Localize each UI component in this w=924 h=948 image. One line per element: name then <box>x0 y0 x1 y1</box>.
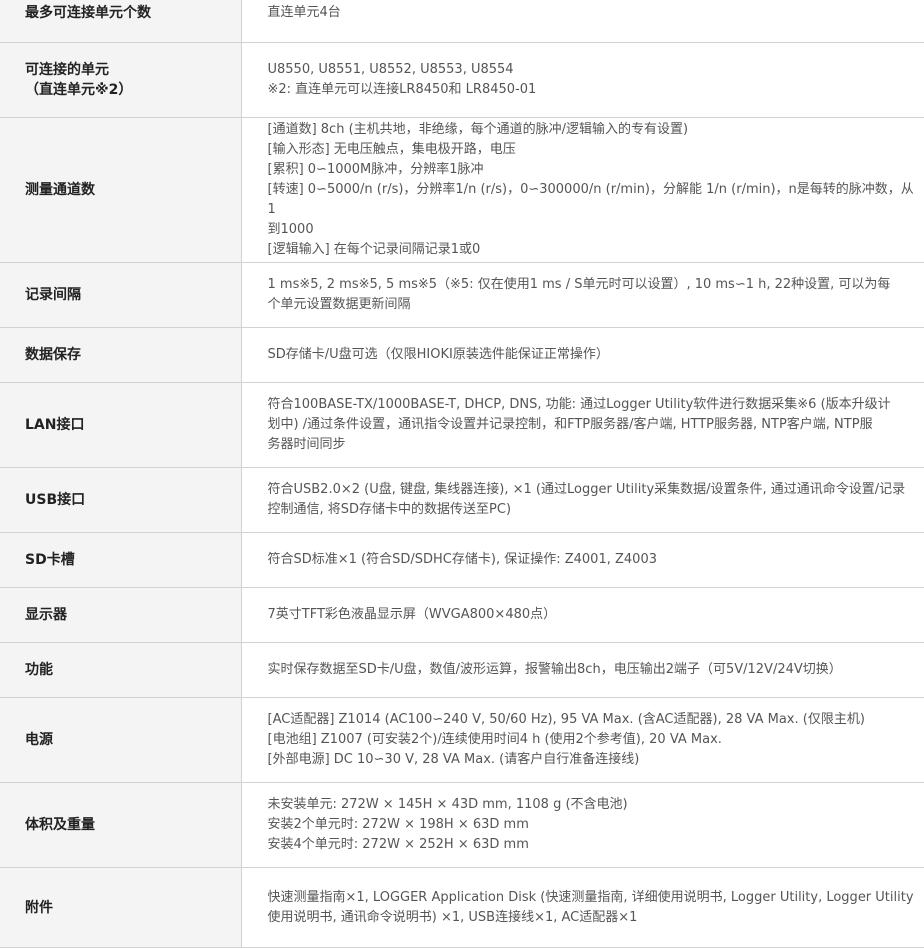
spec-value: 直连单元4台 <box>241 0 924 43</box>
spec-label: 最多可连接单元个数 <box>0 0 242 43</box>
spec-value: 快速测量指南×1, LOGGER Application Disk (快速测量指… <box>241 867 924 948</box>
spec-label: 附件 <box>0 867 242 948</box>
spec-row-lan-interface: LAN接口 符合100BASE-TX/1000BASE-T, DHCP, DNS,… <box>0 382 924 468</box>
spec-row-recording-interval: 记录间隔 1 ms※5, 2 ms※5, 5 ms※5（※5: 仅在使用1 ms … <box>0 262 924 328</box>
spec-row-sd-slot: SD卡槽 符合SD标准×1 (符合SD/SDHC存储卡), 保证操作: Z4001… <box>0 532 924 588</box>
spec-label-line: 附件 <box>25 899 53 916</box>
spec-value-line: 符合USB2.0×2 (U盘, 键盘, 集线器连接), ×1 (通过Logger… <box>267 482 906 497</box>
spec-value: [AC适配器] Z1014 (AC100∽240 V, 50/60 Hz), 9… <box>241 697 924 783</box>
spec-row-measurement-channels: 测量通道数 [通道数] 8ch (主机共地，非绝缘，每个通道的脉冲/逻辑输入的专有… <box>0 117 924 263</box>
spec-value-line: 划中) /通过条件设置，通讯指令设置并记录控制，和FTP服务器/客户端, HTT… <box>267 417 873 432</box>
spec-label-line: 可连接的单元 <box>25 62 109 78</box>
spec-table: 最多可连接单元个数 直连单元4台可连接的单元 （直连单元※2） U8550, U855… <box>0 0 924 948</box>
spec-value: U8550, U8551, U8552, U8553, U8554 ※2: 直连单… <box>241 42 924 118</box>
spec-label: SD卡槽 <box>0 532 242 588</box>
spec-row-display: 显示器 7英寸TFT彩色液晶显示屏（WVGA800×480点） <box>0 587 924 643</box>
spec-label-line: 功能 <box>25 662 53 678</box>
spec-label: LAN接口 <box>0 382 242 468</box>
spec-value-line: 未安装单元: 272W × 145H × 43D mm, 1108 g (不含电… <box>267 797 628 812</box>
spec-value-line: 安装4个单元时: 272W × 252H × 63D mm <box>267 837 529 852</box>
spec-row-functions: 功能 实时保存数据至SD卡/U盘，数值/波形运算，报警输出8ch，电压输出2端子（… <box>0 642 924 698</box>
spec-value: 符合USB2.0×2 (U盘, 键盘, 集线器连接), ×1 (通过Logger… <box>241 467 924 533</box>
spec-label: 电源 <box>0 697 242 783</box>
spec-label: 记录间隔 <box>0 262 242 328</box>
spec-label: 可连接的单元 （直连单元※2） <box>0 42 242 118</box>
spec-value-line: 1 ms※5, 2 ms※5, 5 ms※5（※5: 仅在使用1 ms / S单… <box>267 277 891 292</box>
spec-value: [通道数] 8ch (主机共地，非绝缘，每个通道的脉冲/逻辑输入的专有设置) [输… <box>241 117 924 263</box>
spec-label: 体积及重量 <box>0 782 242 868</box>
spec-value: 未安装单元: 272W × 145H × 43D mm, 1108 g (不含电… <box>241 782 924 868</box>
spec-row-usb-interface: USB接口 符合USB2.0×2 (U盘, 键盘, 集线器连接), ×1 (通过L… <box>0 467 924 533</box>
spec-label: 测量通道数 <box>0 117 242 263</box>
spec-value-line: 符合100BASE-TX/1000BASE-T, DHCP, DNS, 功能: … <box>267 397 891 412</box>
spec-row-max-units: 最多可连接单元个数 直连单元4台 <box>0 0 924 43</box>
spec-label-line: LAN接口 <box>25 417 85 433</box>
spec-value-line: [输入形态] 无电压触点，集电极开路，电压 <box>267 142 516 157</box>
spec-value-line: [AC适配器] Z1014 (AC100∽240 V, 50/60 Hz), 9… <box>267 712 865 727</box>
spec-value-line: 快速测量指南×1, LOGGER Application Disk (快速测量指… <box>267 889 914 905</box>
spec-value-line: 个单元设置数据更新间隔 <box>267 297 411 312</box>
spec-label: 显示器 <box>0 587 242 643</box>
spec-row-connectable-units: 可连接的单元 （直连单元※2） U8550, U8551, U8552, U8553… <box>0 42 924 118</box>
spec-label-line: 体积及重量 <box>25 817 95 833</box>
spec-value-line: [累积] 0∽1000M脉冲，分辨率1脉冲 <box>267 162 484 177</box>
spec-value: 符合100BASE-TX/1000BASE-T, DHCP, DNS, 功能: … <box>241 382 924 468</box>
spec-value-line: 直连单元4台 <box>267 4 341 20</box>
spec-value-line: 控制通信, 将SD存储卡中的数据传送至PC) <box>267 502 512 517</box>
spec-value: 7英寸TFT彩色液晶显示屏（WVGA800×480点） <box>241 587 924 643</box>
spec-value-line: 到1000 <box>267 222 314 237</box>
spec-value-line: 7英寸TFT彩色液晶显示屏（WVGA800×480点） <box>267 607 557 622</box>
spec-value-line: [外部电源] DC 10∽30 V, 28 VA Max. (请客户自行准备连接… <box>267 752 640 767</box>
spec-label-line: USB接口 <box>25 492 86 508</box>
spec-label-line: 电源 <box>25 732 53 748</box>
spec-label-line: 最多可连接单元个数 <box>25 4 151 21</box>
spec-value-line: U8550, U8551, U8552, U8553, U8554 <box>267 62 514 77</box>
spec-label-line: （直连单元※2） <box>25 82 133 98</box>
spec-value: 1 ms※5, 2 ms※5, 5 ms※5（※5: 仅在使用1 ms / S单… <box>241 262 924 328</box>
spec-table-body: 最多可连接单元个数 直连单元4台可连接的单元 （直连单元※2） U8550, U855… <box>0 0 924 948</box>
spec-value-line: SD存储卡/U盘可选（仅限HIOKI原装选件能保证正常操作） <box>267 347 609 362</box>
spec-row-size-weight: 体积及重量 未安装单元: 272W × 145H × 43D mm, 1108 g… <box>0 782 924 868</box>
spec-value: 实时保存数据至SD卡/U盘，数值/波形运算，报警输出8ch，电压输出2端子（可5… <box>241 642 924 698</box>
spec-value-line: 务器时间同步 <box>267 437 346 452</box>
spec-value-line: 实时保存数据至SD卡/U盘，数值/波形运算，报警输出8ch，电压输出2端子（可5… <box>267 662 842 677</box>
spec-label: 数据保存 <box>0 327 242 383</box>
spec-value: 符合SD标准×1 (符合SD/SDHC存储卡), 保证操作: Z4001, Z4… <box>241 532 924 588</box>
spec-row-data-storage: 数据保存 SD存储卡/U盘可选（仅限HIOKI原装选件能保证正常操作） <box>0 327 924 383</box>
spec-value-line: 符合SD标准×1 (符合SD/SDHC存储卡), 保证操作: Z4001, Z4… <box>267 552 657 567</box>
spec-row-accessories: 附件 快速测量指南×1, LOGGER Application Disk (快速测… <box>0 867 924 948</box>
spec-value-line: [逻辑输入] 在每个记录间隔记录1或0 <box>267 242 481 257</box>
spec-label-line: 数据保存 <box>25 347 81 363</box>
spec-label: 功能 <box>0 642 242 698</box>
spec-label-line: 测量通道数 <box>25 182 95 198</box>
spec-value-line: [电池组] Z1007 (可安装2个)/连续使用时间4 h (使用2个参考值),… <box>267 732 722 747</box>
spec-row-power-supply: 电源 [AC适配器] Z1014 (AC100∽240 V, 50/60 Hz),… <box>0 697 924 783</box>
spec-value-line: ※2: 直连单元可以连接LR8450和 LR8450-01 <box>267 82 537 97</box>
spec-value-line: 安装2个单元时: 272W × 198H × 63D mm <box>267 817 529 832</box>
spec-label-line: 显示器 <box>25 607 67 623</box>
spec-label: USB接口 <box>0 467 242 533</box>
spec-label-line: 记录间隔 <box>25 287 81 303</box>
spec-value-line: [转速] 0∽5000/n (r/s)，分辨率1/n (r/s)，0∽30000… <box>267 182 914 217</box>
spec-label-line: SD卡槽 <box>25 552 75 568</box>
spec-value-line: [通道数] 8ch (主机共地，非绝缘，每个通道的脉冲/逻辑输入的专有设置) <box>267 122 689 137</box>
spec-value: SD存储卡/U盘可选（仅限HIOKI原装选件能保证正常操作） <box>241 327 924 383</box>
